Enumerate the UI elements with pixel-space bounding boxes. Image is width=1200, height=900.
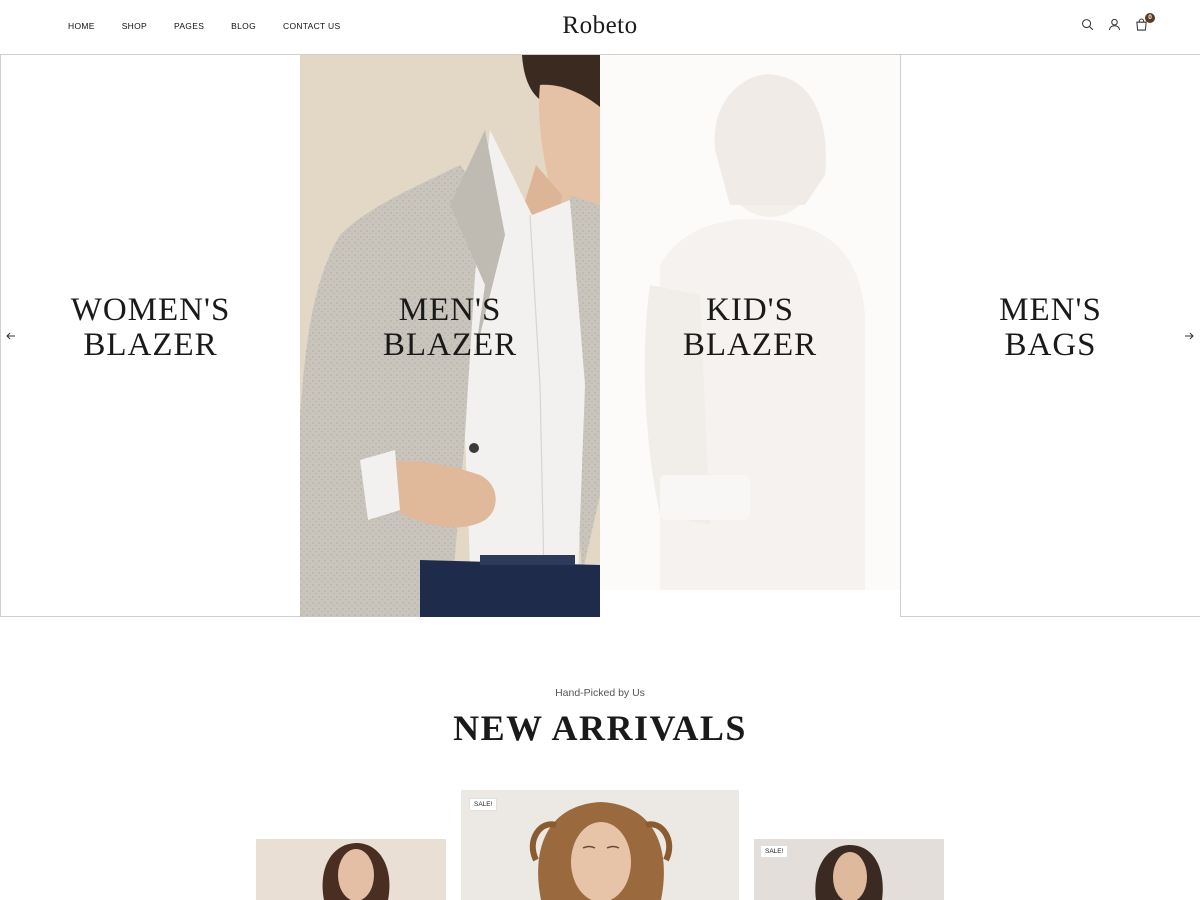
category-slider: WOMEN'S BLAZER MEN'S BLAZER KID'S BLAZER…: [0, 55, 1200, 617]
slide-womens-blazer[interactable]: WOMEN'S BLAZER: [0, 55, 300, 617]
section-eyebrow: Hand-Picked by Us: [555, 687, 645, 699]
cart-button[interactable]: 0: [1135, 13, 1155, 31]
product-card[interactable]: SALE!: [754, 839, 944, 900]
slide-title: WOMEN'S BLAZER: [70, 292, 231, 363]
user-icon[interactable]: [1108, 18, 1121, 31]
slide-title: MEN'S BAGS: [999, 292, 1102, 363]
slide-mens-blazer[interactable]: MEN'S BLAZER: [300, 55, 600, 617]
search-icon[interactable]: [1081, 18, 1094, 31]
sale-badge: SALE!: [469, 798, 498, 811]
logo-text: Robeto: [562, 12, 638, 39]
site-header: HOME SHOP PAGES BLOG CONTACT US Robeto 0: [0, 0, 1200, 55]
slide-title: KID'S BLAZER: [682, 292, 818, 363]
product-image: [256, 839, 446, 900]
arrow-right-icon[interactable]: [1183, 330, 1195, 342]
product-card[interactable]: SALE!: [461, 790, 739, 900]
arrow-left-icon[interactable]: [5, 330, 17, 342]
slide-title: MEN'S BLAZER: [382, 292, 518, 363]
header-actions: 0: [1081, 13, 1155, 31]
new-arrivals-section: Hand-Picked by Us NEW ARRIVALS SALE! SAL…: [0, 617, 1200, 900]
section-title: NEW ARRIVALS: [453, 708, 747, 748]
product-image: [461, 790, 739, 900]
site-logo[interactable]: Robeto: [0, 12, 1200, 40]
product-card[interactable]: [256, 839, 446, 900]
cart-count-badge: 0: [1145, 13, 1155, 23]
slide-mens-bags[interactable]: MEN'S BAGS: [900, 55, 1200, 617]
slide-kids-blazer[interactable]: KID'S BLAZER: [600, 55, 900, 617]
sale-badge: SALE!: [760, 845, 789, 858]
